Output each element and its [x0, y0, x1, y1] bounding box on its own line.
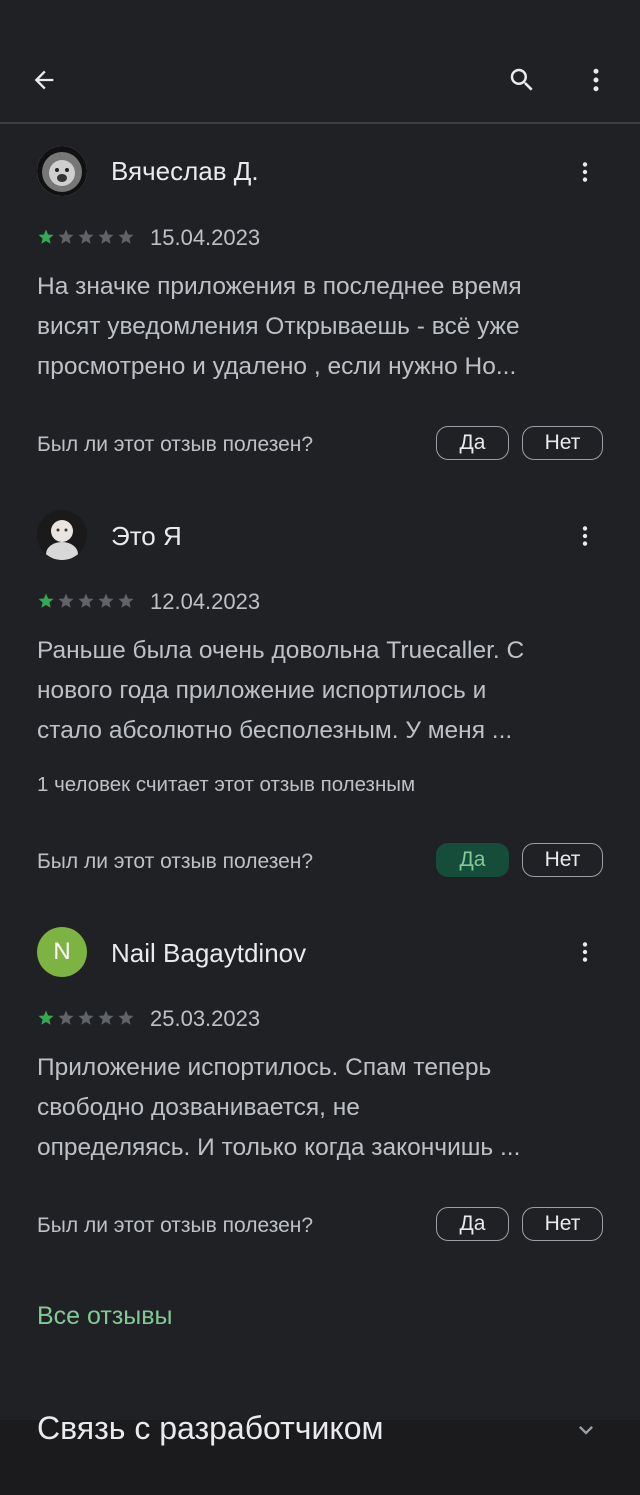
star-empty-icon: [78, 1010, 94, 1025]
star-empty-icon: [58, 1010, 74, 1025]
review-author: Вячеслав Д.: [111, 156, 259, 186]
all-reviews-link[interactable]: Все отзывы: [37, 1302, 173, 1331]
star-rating: [37, 1009, 135, 1027]
star-empty-icon: [118, 229, 134, 244]
review-text-line: стало абсолютно бесполезным. У меня ...: [37, 717, 513, 744]
avatar[interactable]: [37, 510, 87, 560]
review-text-line: свободно дозванивается, не: [37, 1094, 360, 1121]
star-empty-icon: [118, 593, 134, 608]
review-date: 15.04.2023: [150, 225, 261, 250]
back-button[interactable]: [20, 56, 68, 104]
star-empty-icon: [78, 593, 94, 608]
review-text-line: определяясь. И только когда закончишь ..…: [37, 1134, 521, 1161]
helpful-no-button[interactable]: Нет: [522, 426, 603, 460]
review-date: 12.04.2023: [150, 589, 261, 614]
star-empty-icon: [98, 593, 114, 608]
review-text-line: Приложение испортилось. Спам теперь: [37, 1054, 492, 1081]
developer-contact-title[interactable]: Связь с разработчиком: [37, 1410, 383, 1447]
review-date: 25.03.2023: [150, 1006, 261, 1031]
review-text: Приложение испортилось. Спам теперь своб…: [37, 1048, 607, 1168]
star-rating: [37, 592, 135, 610]
review-text-line: нового года приложение испортилось и: [37, 677, 487, 704]
chevron-down-icon: [579, 1426, 593, 1435]
avatar[interactable]: [37, 146, 87, 196]
star-filled-icon: [38, 593, 54, 608]
helpful-question: Был ли этот отзыв полезен?: [37, 1214, 314, 1237]
helpful-count: 1 человек считает этот отзыв полезным: [37, 773, 416, 796]
more-vert-icon: [593, 68, 599, 92]
helpful-question: Был ли этот отзыв полезен?: [37, 433, 314, 456]
search-button[interactable]: [498, 56, 546, 104]
lion-avatar-icon: [37, 146, 87, 196]
expand-button[interactable]: [566, 1410, 606, 1450]
review-text-line: На значке приложения в последнее время: [37, 273, 522, 300]
more-vert-icon: [582, 526, 588, 546]
star-empty-icon: [78, 229, 94, 244]
helpful-yes-button[interactable]: Да: [436, 1207, 509, 1241]
child-photo-avatar-icon: [37, 510, 87, 560]
more-vert-icon: [582, 942, 588, 962]
review-author: Nail Bagaytdinov: [111, 938, 307, 968]
review-more-button[interactable]: [561, 148, 609, 196]
star-filled-icon: [38, 229, 54, 244]
helpful-yes-button[interactable]: Да: [436, 843, 509, 877]
review-author: Это Я: [111, 521, 182, 551]
star-empty-icon: [58, 229, 74, 244]
review-more-button[interactable]: [561, 512, 609, 560]
star-empty-icon: [98, 1010, 114, 1025]
top-app-bar: [0, 0, 640, 124]
helpful-no-button[interactable]: Нет: [522, 1207, 603, 1241]
star-filled-icon: [38, 1010, 54, 1025]
review-text-line: просмотрено и удалено , если нужно Но...: [37, 353, 517, 380]
search-icon: [510, 68, 533, 91]
helpful-no-button[interactable]: Нет: [522, 843, 603, 877]
more-vert-icon: [582, 162, 588, 182]
review-text: Раньше была очень довольна Truecaller. С…: [37, 631, 607, 751]
review-text-line: Раньше была очень довольна Truecaller. С: [37, 637, 525, 664]
helpful-yes-button[interactable]: Да: [436, 426, 509, 460]
avatar[interactable]: N: [37, 927, 87, 977]
arrow-left-icon: [34, 70, 54, 90]
review-text-line: висят уведомления Открываешь - всё уже: [37, 313, 520, 340]
review-more-button[interactable]: [561, 928, 609, 976]
star-empty-icon: [98, 229, 114, 244]
star-empty-icon: [118, 1010, 134, 1025]
star-rating: [37, 228, 135, 246]
helpful-question: Был ли этот отзыв полезен?: [37, 850, 314, 873]
overflow-menu-button[interactable]: [572, 56, 620, 104]
review-text: На значке приложения в последнее время в…: [37, 267, 607, 387]
toolbar-divider: [0, 122, 640, 124]
star-empty-icon: [58, 593, 74, 608]
